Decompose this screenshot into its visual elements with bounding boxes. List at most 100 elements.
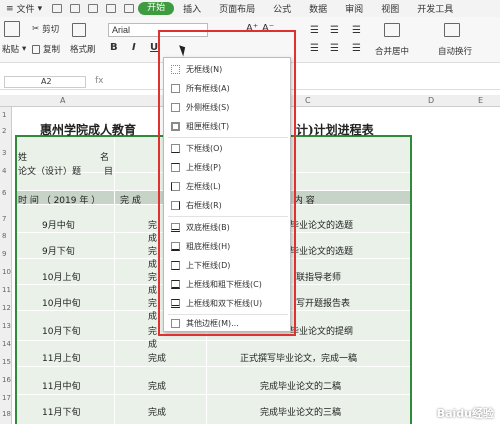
copy-button[interactable]: 复制 (32, 43, 60, 55)
schedule-content[interactable]: 毕业论文的选题 (290, 218, 353, 231)
ribbon-tab-bar: ≡ 文件 ▾ 开始 插入 页面布局 公式 数据 审阅 视图 开发工具 (0, 0, 500, 17)
paste-icon (4, 21, 20, 37)
tab-home[interactable]: 开始 (138, 2, 175, 15)
schedule-status[interactable]: 完成 (148, 405, 166, 418)
save-icon[interactable] (52, 4, 63, 13)
row-header[interactable]: 13 (2, 322, 11, 330)
name-label[interactable]: 姓 (18, 150, 27, 163)
paste-label-button[interactable]: 粘贴 ▾ (2, 43, 26, 55)
thesis-label[interactable]: 论文（设计）题 (18, 164, 81, 177)
schedule-content[interactable]: 完成毕业论文的二稿 (260, 379, 341, 392)
schedule-content[interactable]: 完成毕业论文的三稿 (260, 405, 341, 418)
merge-center-button[interactable] (384, 23, 400, 37)
schedule-time[interactable]: 9月下旬 (42, 244, 75, 257)
merge-center-label[interactable]: 合并居中 (375, 45, 409, 57)
fx-label[interactable]: fx (95, 76, 104, 86)
undo-icon[interactable] (106, 4, 117, 13)
copy-label: 复制 (43, 45, 61, 55)
row-header[interactable]: 12 (2, 304, 11, 312)
schedule-content[interactable]: 联指导老师 (296, 270, 341, 283)
menu-icon: ≡ (6, 3, 14, 14)
print-icon[interactable] (70, 4, 81, 13)
schedule-content[interactable]: 毕业论文的选题 (290, 244, 353, 257)
preview-icon[interactable] (88, 4, 99, 13)
copy-icon (32, 44, 40, 54)
row-header[interactable]: 3 (2, 149, 6, 157)
row-header[interactable]: 16 (2, 376, 11, 384)
row-header[interactable]: 7 (2, 215, 6, 223)
format-painter-label: 格式刷 (70, 45, 96, 55)
chevron-down-icon: ▾ (22, 44, 27, 54)
column-header-d[interactable]: D (428, 96, 434, 105)
tab-page-layout[interactable]: 页面布局 (210, 2, 264, 15)
highlight-annotation (158, 30, 296, 336)
row-header[interactable]: 14 (2, 340, 11, 348)
grid-line (17, 340, 410, 341)
row-header[interactable]: 11 (2, 286, 11, 294)
tab-developer[interactable]: 开发工具 (408, 2, 462, 15)
wrap-text-label[interactable]: 自动换行 (438, 45, 472, 57)
row-header[interactable]: 2 (2, 127, 6, 135)
tab-insert[interactable]: 插入 (174, 2, 210, 15)
schedule-time[interactable]: 10月上旬 (42, 270, 80, 283)
paste-button[interactable] (4, 21, 20, 37)
chevron-down-icon: ▾ (37, 3, 43, 14)
tab-data[interactable]: 数据 (300, 2, 336, 15)
schedule-time[interactable]: 10月下旬 (42, 324, 80, 337)
align-top-icon[interactable]: ☰ (310, 25, 319, 36)
align-left-icon[interactable]: ☰ (310, 43, 319, 54)
format-painter-button[interactable] (72, 23, 86, 37)
wrap-icon (444, 23, 460, 37)
underline-button[interactable]: U (150, 42, 158, 53)
schedule-time[interactable]: 11月上旬 (42, 351, 80, 364)
sheet-title-left[interactable]: 惠州学院成人教育 (40, 121, 136, 138)
schedule-content[interactable]: 正式撰写毕业论文，完成一稿 (240, 351, 357, 364)
merge-icon (384, 23, 400, 37)
format-painter-label-button[interactable]: 格式刷 (70, 43, 96, 55)
row-header[interactable]: 10 (2, 268, 11, 276)
cut-button[interactable]: ✂ 剪切 (32, 23, 59, 35)
align-center-icon[interactable]: ☰ (330, 43, 339, 54)
schedule-time[interactable]: 9月中旬 (42, 218, 75, 231)
column-header-e[interactable]: E (478, 96, 483, 105)
time-header[interactable]: 时 间 （ 2019 年 ） (18, 193, 100, 206)
row-header[interactable]: 15 (2, 358, 11, 366)
thesis-label-2[interactable]: 目 (104, 164, 113, 177)
grid-line (114, 137, 115, 424)
tab-formulas[interactable]: 公式 (264, 2, 300, 15)
row-header[interactable]: 4 (2, 167, 6, 175)
row-header[interactable]: 8 (2, 232, 6, 240)
schedule-time[interactable]: 11月下旬 (42, 405, 80, 418)
schedule-content[interactable]: 毕业论文的提纲 (290, 324, 353, 337)
row-header[interactable]: 17 (2, 394, 11, 402)
schedule-status[interactable]: 完成 (148, 379, 166, 392)
row-header[interactable]: 1 (2, 111, 6, 119)
tab-view[interactable]: 视图 (372, 2, 408, 15)
bold-button[interactable]: B (110, 42, 118, 53)
align-middle-icon[interactable]: ☰ (330, 25, 339, 36)
schedule-time[interactable]: 11月中旬 (42, 379, 80, 392)
schedule-status[interactable]: 完成 (148, 351, 166, 364)
paste-label: 粘贴 (2, 45, 20, 55)
italic-button[interactable]: I (132, 42, 136, 53)
cut-label: 剪切 (42, 25, 60, 35)
sheet-title-right[interactable]: 计)计划进程表 (296, 121, 374, 138)
done-header[interactable]: 完 成 (120, 193, 141, 206)
align-right-icon[interactable]: ☰ (352, 43, 361, 54)
schedule-time[interactable]: 10月中旬 (42, 296, 80, 309)
name-label-2[interactable]: 名 (100, 150, 109, 163)
row-header[interactable]: 6 (2, 189, 6, 197)
tab-review[interactable]: 审阅 (336, 2, 372, 15)
name-box[interactable]: A2 (4, 76, 86, 88)
grid-line (17, 366, 410, 367)
row-header[interactable]: 9 (2, 250, 6, 258)
row-header[interactable]: 18 (2, 410, 11, 418)
redo-icon[interactable] (124, 4, 135, 13)
column-header-a[interactable]: A (60, 96, 65, 105)
wrap-text-button[interactable] (444, 23, 460, 37)
schedule-content[interactable]: 写开题报告表 (296, 296, 350, 309)
file-menu[interactable]: ≡ 文件 ▾ (0, 2, 48, 16)
column-header-c[interactable]: C (305, 96, 311, 105)
file-menu-label: 文件 (16, 5, 35, 15)
align-bottom-icon[interactable]: ☰ (352, 25, 361, 36)
